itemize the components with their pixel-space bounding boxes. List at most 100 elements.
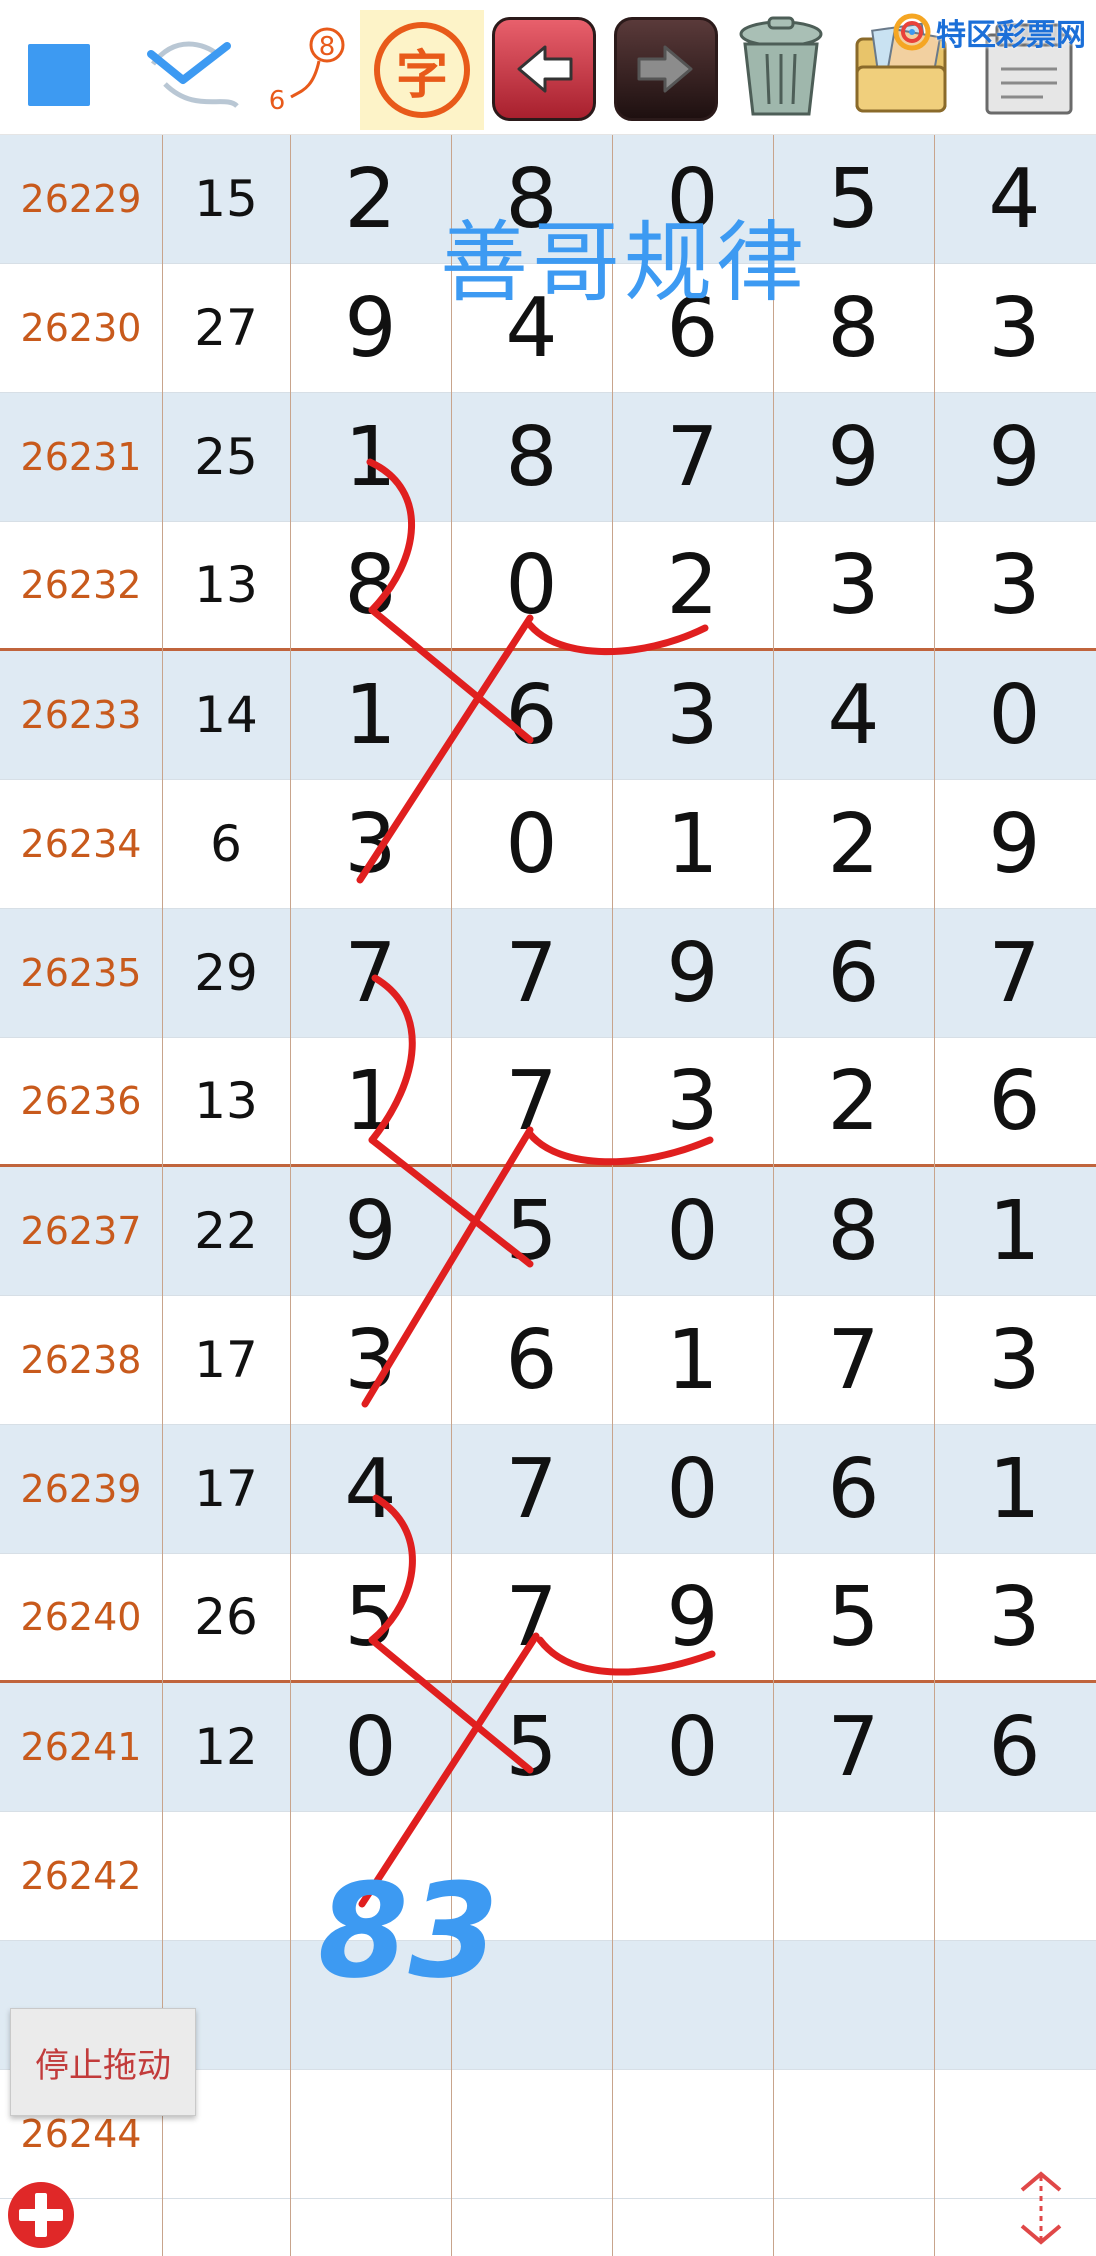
- digit-cell[interactable]: 6: [773, 1425, 934, 1553]
- digit-cell[interactable]: 7: [773, 1683, 934, 1811]
- forward-button[interactable]: [614, 14, 718, 124]
- digit-cell[interactable]: [773, 1941, 934, 2069]
- back-button[interactable]: [492, 14, 596, 124]
- digit-cell[interactable]: 7: [451, 1554, 612, 1680]
- digit-cell[interactable]: 0: [290, 1683, 451, 1811]
- digit-cell[interactable]: [451, 1941, 612, 2069]
- digit-cell[interactable]: 9: [773, 393, 934, 521]
- trash-button[interactable]: [726, 14, 836, 124]
- digit-cell[interactable]: 1: [290, 393, 451, 521]
- site-logo-text: 特区彩票网: [936, 18, 1086, 53]
- digit-cell[interactable]: 4: [290, 1425, 451, 1553]
- digit-cell[interactable]: [773, 2070, 934, 2198]
- digit-cell[interactable]: 3: [290, 1296, 451, 1424]
- digit-cell[interactable]: 6: [451, 651, 612, 779]
- digit-cell[interactable]: 3: [934, 522, 1095, 648]
- digit-cell[interactable]: 9: [612, 1554, 773, 1680]
- digit-cell[interactable]: 7: [773, 1296, 934, 1424]
- digit-cell[interactable]: 7: [290, 909, 451, 1037]
- digit-cell[interactable]: 1: [934, 1167, 1095, 1295]
- digit-cell[interactable]: 9: [934, 393, 1095, 521]
- digit-cell[interactable]: [290, 1812, 451, 1940]
- table-row: 26232 13 8 0 2 3 3: [0, 522, 1096, 651]
- scroll-updown-icon[interactable]: [1010, 2168, 1072, 2248]
- digit-cell[interactable]: 5: [451, 1167, 612, 1295]
- digit-cell[interactable]: 9: [612, 909, 773, 1037]
- digit-cell[interactable]: [612, 1812, 773, 1940]
- digit-cell[interactable]: 8: [451, 393, 612, 521]
- digit-cell[interactable]: 8: [290, 522, 451, 648]
- digit-cell[interactable]: 0: [612, 1425, 773, 1553]
- sequence-tool-button[interactable]: 8 6: [258, 14, 354, 124]
- table-row: 26242: [0, 1812, 1096, 1941]
- stop-drag-button[interactable]: 停止拖动: [10, 2008, 196, 2116]
- digit-cell[interactable]: 1: [290, 1038, 451, 1164]
- digit-cell[interactable]: [773, 1812, 934, 1940]
- digit-cell[interactable]: 1: [612, 780, 773, 908]
- digit-cell[interactable]: [451, 1812, 612, 1940]
- digit-cell[interactable]: 6: [773, 909, 934, 1037]
- back-arrow-icon: [517, 45, 573, 93]
- digit-cell[interactable]: 6: [934, 1683, 1095, 1811]
- digit-cell[interactable]: [612, 1941, 773, 2069]
- digit-cell[interactable]: 0: [612, 1683, 773, 1811]
- digit-cell[interactable]: 7: [934, 909, 1095, 1037]
- table-row: 26237 22 9 5 0 8 1: [0, 1167, 1096, 1296]
- digit-cell[interactable]: 4: [934, 135, 1095, 263]
- digit-cell[interactable]: 2: [773, 780, 934, 908]
- text-tool-label: 字: [395, 44, 448, 106]
- digit-cell[interactable]: 9: [290, 1167, 451, 1295]
- digit-cell[interactable]: 1: [290, 651, 451, 779]
- digit-cell[interactable]: 9: [290, 264, 451, 392]
- period-number: 26239: [20, 1467, 142, 1511]
- digit-cell[interactable]: 6: [451, 1296, 612, 1424]
- digit-cell[interactable]: 3: [612, 651, 773, 779]
- digit-cell[interactable]: 3: [934, 1554, 1095, 1680]
- digit-cell[interactable]: 0: [612, 1167, 773, 1295]
- table-row: 26238 17 3 6 1 7 3: [0, 1296, 1096, 1425]
- pen-tool-button[interactable]: [140, 14, 250, 124]
- digit-cell[interactable]: 6: [934, 1038, 1095, 1164]
- digit-cell[interactable]: 3: [934, 1296, 1095, 1424]
- sum-value: 6: [210, 815, 242, 873]
- digit-cell[interactable]: 8: [773, 1167, 934, 1295]
- digit-cell[interactable]: 3: [290, 780, 451, 908]
- digit-cell[interactable]: 3: [612, 1038, 773, 1164]
- digit-cell[interactable]: [612, 2070, 773, 2198]
- digit-cell[interactable]: 5: [773, 1554, 934, 1680]
- digit-cell[interactable]: 0: [934, 651, 1095, 779]
- site-logo: 特区彩票网: [892, 10, 1086, 54]
- digit-cell[interactable]: 1: [612, 1296, 773, 1424]
- digit-cell[interactable]: 0: [451, 780, 612, 908]
- column-divider: [934, 135, 935, 2256]
- digit-cell[interactable]: 5: [290, 1554, 451, 1680]
- digit-cell[interactable]: [451, 2070, 612, 2198]
- digit-cell[interactable]: 1: [934, 1425, 1095, 1553]
- digit-cell[interactable]: 2: [773, 1038, 934, 1164]
- sum-value: [162, 1812, 290, 1940]
- digit-cell[interactable]: 7: [451, 1425, 612, 1553]
- digit-cell[interactable]: [290, 2070, 451, 2198]
- digit-cell[interactable]: 2: [612, 522, 773, 648]
- digit-cell[interactable]: 3: [934, 264, 1095, 392]
- digit-cell[interactable]: 9: [934, 780, 1095, 908]
- digit-cell[interactable]: 7: [451, 1038, 612, 1164]
- digit-cell[interactable]: 2: [290, 135, 451, 263]
- digit-cell[interactable]: 7: [612, 393, 773, 521]
- digit-cell[interactable]: [934, 1941, 1095, 2069]
- digit-cell[interactable]: 0: [451, 522, 612, 648]
- text-tool-button[interactable]: 字: [360, 10, 484, 130]
- digit-cell[interactable]: [934, 1812, 1095, 1940]
- digit-cell[interactable]: 5: [451, 1683, 612, 1811]
- digit-cell[interactable]: 4: [773, 651, 934, 779]
- period-number: 26241: [20, 1725, 142, 1769]
- digit-cell[interactable]: [290, 1941, 451, 2069]
- digit-cell[interactable]: 3: [773, 522, 934, 648]
- period-number: 26231: [20, 435, 142, 479]
- digit-cell[interactable]: 7: [451, 909, 612, 1037]
- table-row: 26231 25 1 8 7 9 9: [0, 393, 1096, 522]
- column-divider: [290, 135, 291, 2256]
- add-button[interactable]: [4, 2178, 78, 2252]
- color-swatch-button[interactable]: [28, 44, 90, 106]
- period-number: 26236: [20, 1079, 142, 1123]
